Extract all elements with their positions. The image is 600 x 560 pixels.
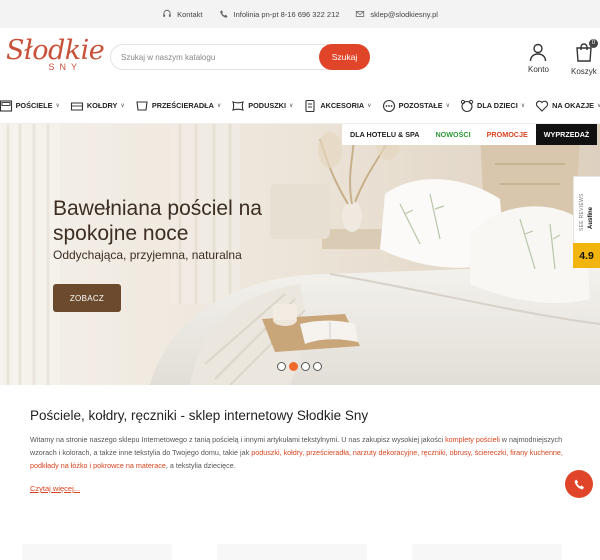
nav-item-pozostale[interactable]: POZOSTAŁE ∨ [382, 99, 450, 113]
hero-cta-button[interactable]: ZOBACZ [53, 284, 121, 312]
intro-text: Witamy na stronie naszego sklepu Interne… [30, 435, 446, 444]
nav-item-dla-dzieci[interactable]: DLA DZIECI ∨ [460, 99, 525, 113]
headset-icon [163, 9, 171, 17]
email-link[interactable]: sklep@slodkiesny.pl [355, 9, 438, 19]
read-more-link[interactable]: Czytaj więcej... [30, 484, 80, 493]
carousel-dot[interactable] [301, 362, 310, 371]
chevron-down-icon: ∨ [520, 103, 526, 109]
account-button[interactable]: Konto [528, 42, 549, 74]
carousel-dot-active[interactable] [289, 362, 298, 371]
user-icon [530, 43, 547, 62]
duvet-icon [70, 101, 83, 111]
nav-item-przescieradla[interactable]: PRZEŚCIERADŁA ∨ [135, 99, 221, 113]
nav-item-akcesoria[interactable]: AKCESORIA ∨ [303, 99, 372, 113]
mail-icon [356, 11, 365, 17]
intro-text: , a tekstylia dziecięce. [165, 461, 236, 470]
chevron-down-icon: ∨ [216, 103, 222, 109]
intro-paragraph: Witamy na stronie naszego sklepu Interne… [30, 433, 570, 472]
chevron-down-icon: ∨ [445, 103, 451, 109]
nav-label: POZOSTAŁE [398, 101, 443, 110]
main-navigation: POŚCIELE ∨ KOŁDRY ∨ PRZEŚCIERADŁA ∨ PODUSZK… [0, 88, 600, 124]
nav-item-poduszki[interactable]: PODUSZKI ∨ [231, 99, 293, 113]
tag-hotel-spa[interactable]: DLA HOTELU & SPA [342, 124, 428, 145]
call-floating-button[interactable] [565, 470, 593, 498]
chevron-down-icon: ∨ [288, 103, 294, 109]
search-button[interactable]: Szukaj [319, 44, 370, 70]
reviews-label: SEE REVIEWS [579, 193, 585, 231]
chevron-down-icon: ∨ [55, 103, 60, 109]
top-info-bar: Kontakt Infolinia pn-pt 8-16 696 322 212… [0, 0, 600, 28]
nav-label: DLA DZIECI [477, 101, 518, 110]
feature-cards-row [0, 538, 600, 560]
tag-nowosci[interactable]: NOWOŚCI [427, 124, 479, 145]
nav-label: PRZEŚCIERADŁA [151, 101, 214, 110]
occasion-icon [536, 100, 549, 112]
nav-item-koldry[interactable]: KOŁDRY ∨ [70, 99, 125, 113]
contact-link[interactable]: Kontakt [162, 9, 203, 19]
tag-wyprzedaz[interactable]: WYPRZEDAŻ [535, 124, 598, 145]
bedding-sets-link[interactable]: komplety pościeli [445, 435, 500, 444]
cart-count-badge: 0 [588, 39, 598, 48]
site-logo[interactable]: Słodkie SNY [6, 36, 105, 82]
hero-category-tags: DLA HOTELU & SPA NOWOŚCI PROMOCJE WYPRZE… [342, 124, 598, 145]
contact-label: Kontakt [177, 9, 203, 19]
nav-item-na-okazje[interactable]: NA OKAZJE ∨ [535, 99, 600, 113]
accessories-icon [305, 99, 315, 112]
nav-label: AKCESORIA [320, 101, 365, 110]
nav-label: KOŁDRY [86, 101, 118, 110]
intro-section: Pościele, kołdry, ręczniki - sklep inter… [30, 408, 570, 496]
reviews-score[interactable]: 4.9 [573, 243, 600, 268]
account-label: Konto [528, 65, 549, 74]
more-icon [382, 99, 395, 112]
kids-icon [460, 99, 474, 112]
feature-card [412, 544, 562, 560]
carousel-dot[interactable] [313, 362, 322, 371]
phone-link[interactable]: Infolinia pn-pt 8-16 696 322 212 [219, 9, 340, 19]
nav-label: PODUSZKI [248, 101, 286, 110]
feature-card [217, 544, 367, 560]
hero-banner[interactable]: DLA HOTELU & SPA NOWOŚCI PROMOCJE WYPRZE… [0, 124, 600, 385]
pillow-icon [232, 100, 245, 111]
carousel-dot[interactable] [277, 362, 286, 371]
chevron-down-icon: ∨ [367, 103, 372, 109]
nav-label: POŚCIELE [15, 101, 53, 110]
tag-promocje[interactable]: PROMOCJE [478, 124, 536, 145]
search-input[interactable] [111, 45, 301, 69]
bedding-icon [0, 99, 12, 112]
search-bar: Szukaj [110, 44, 370, 70]
cart-button[interactable]: 0 Koszyk [571, 39, 598, 76]
intro-heading: Pościele, kołdry, ręczniki - sklep inter… [30, 408, 369, 423]
reviews-brand: Ausfine [588, 206, 594, 229]
feature-card [22, 544, 172, 560]
carousel-dots [277, 362, 322, 371]
site-header: Słodkie SNY Szukaj Konto 0 Koszyk [0, 28, 600, 88]
nav-label: NA OKAZJE [552, 101, 595, 110]
cart-label: Koszyk [571, 67, 597, 76]
phone-icon [219, 10, 227, 18]
phone-label: Infolinia pn-pt 8-16 696 322 212 [233, 9, 340, 19]
email-label: sklep@slodkiesny.pl [370, 9, 438, 19]
nav-item-posciele[interactable]: POŚCIELE ∨ [0, 99, 60, 113]
phone-icon [574, 479, 584, 489]
hero-title: Bawełniana pościel na spokojne noce [53, 197, 262, 245]
chevron-down-icon: ∨ [120, 103, 125, 109]
sheet-icon [136, 100, 148, 111]
hero-subtitle: Oddychająca, przyjemna, naturalna [53, 248, 242, 262]
